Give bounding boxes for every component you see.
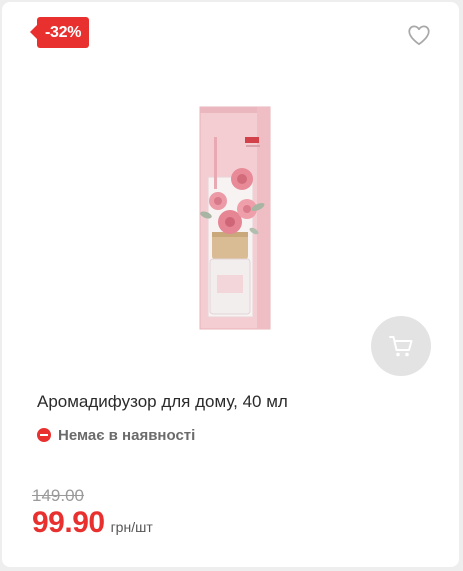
- product-image[interactable]: [162, 97, 312, 332]
- price-row: 99.90 грн/шт: [32, 506, 153, 540]
- product-card[interactable]: -32% Аромадифузор для дому, 40 мл Немає …: [2, 2, 459, 567]
- cart-icon: [389, 336, 413, 357]
- add-to-cart-button[interactable]: [371, 316, 431, 376]
- discount-badge: -32%: [29, 17, 90, 48]
- availability-label: Немає в наявності: [58, 426, 196, 444]
- product-package-illustration: [199, 106, 271, 330]
- minus-circle-icon: [37, 428, 51, 442]
- product-title[interactable]: Аромадифузор для дому, 40 мл: [37, 392, 288, 412]
- old-price: 149.00: [32, 486, 84, 505]
- availability-status: Немає в наявності: [37, 426, 195, 444]
- favorite-button[interactable]: [406, 22, 432, 48]
- heart-icon: [408, 25, 430, 46]
- price-unit: грн/шт: [110, 519, 153, 535]
- current-price: 99.90: [32, 506, 105, 539]
